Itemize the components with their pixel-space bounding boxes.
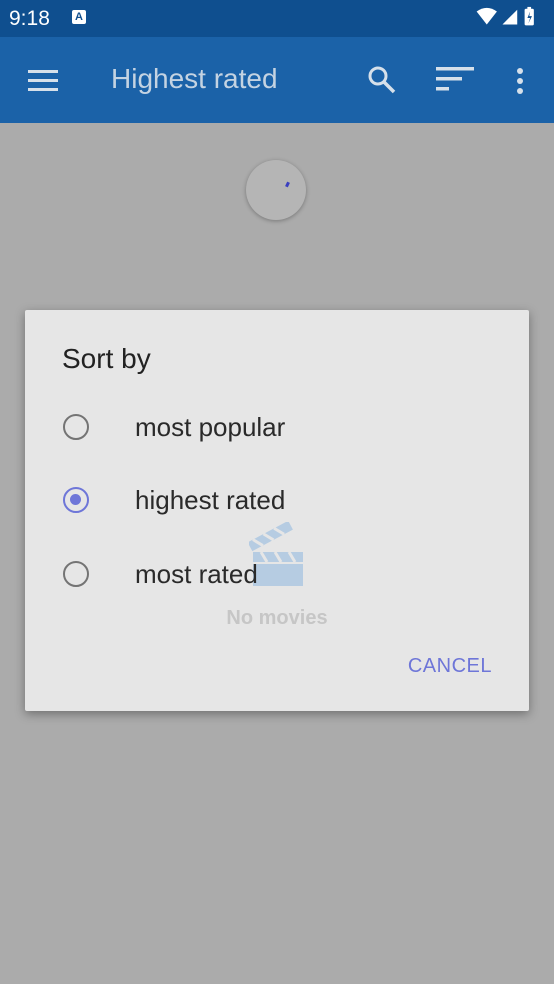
menu-icon[interactable] <box>28 70 58 92</box>
option-most-rated[interactable]: most rated <box>25 543 529 609</box>
status-bar: 9:18 A <box>0 0 554 37</box>
loading-spinner <box>246 160 306 220</box>
option-label: most popular <box>135 412 286 442</box>
spinner-indicator <box>285 181 290 188</box>
page-title: Highest rated <box>111 63 278 94</box>
sort-dialog: Sort by most popular highest rated most … <box>25 310 529 711</box>
dialog-title: Sort by <box>62 343 151 374</box>
search-icon[interactable] <box>367 65 397 95</box>
status-icons <box>476 6 534 26</box>
sort-icon[interactable] <box>436 67 474 93</box>
radio-button[interactable] <box>63 414 89 440</box>
empty-state-text: No movies <box>226 607 328 629</box>
status-time: 9:18 <box>9 7 50 30</box>
cancel-button[interactable]: CANCEL <box>408 655 492 678</box>
option-most-popular[interactable]: most popular <box>25 396 529 462</box>
option-label: highest rated <box>135 485 286 515</box>
radio-dot <box>70 494 81 505</box>
a-icon: A <box>72 10 86 24</box>
more-vert-icon[interactable] <box>515 67 525 95</box>
wifi-icon <box>476 7 497 25</box>
option-label: most rated <box>135 559 258 589</box>
app-bar: Highest rated <box>0 37 554 123</box>
radio-button[interactable] <box>63 561 89 587</box>
radio-button-checked[interactable] <box>63 487 89 513</box>
signal-icon <box>502 9 518 25</box>
